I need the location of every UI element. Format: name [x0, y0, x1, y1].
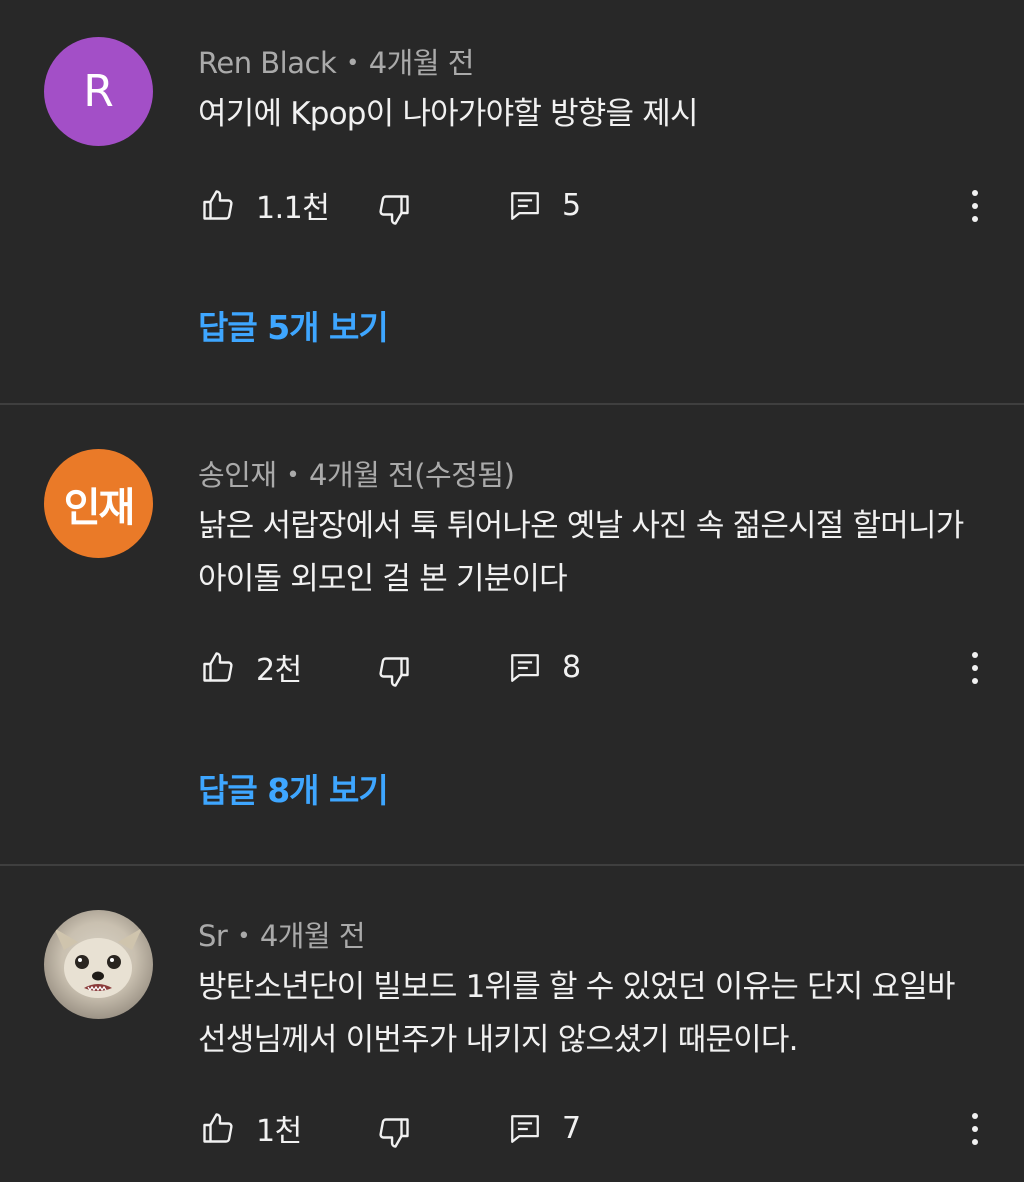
- comment-meta: Sr • 4개월 전: [198, 913, 366, 955]
- like-count: 1.1천: [256, 191, 330, 226]
- thumbs-down-icon: [379, 195, 409, 225]
- comment-meta: 송인재 • 4개월 전(수정됨): [198, 452, 515, 494]
- view-replies-link[interactable]: 답글 5개 보기: [198, 301, 389, 349]
- avatar[interactable]: 인재: [44, 449, 153, 558]
- avatar-initial: 인재: [63, 484, 136, 531]
- like-button[interactable]: 1.1천: [200, 183, 330, 227]
- divider: [0, 403, 1024, 405]
- more-options-icon[interactable]: [964, 649, 986, 689]
- comment-time: 4개월 전: [259, 919, 366, 953]
- comment-text: 방탄소년단이 빌보드 1위를 할 수 있었던 이유는 단지 요일바 선생님께서 …: [198, 969, 955, 1058]
- avatar-initial: R: [83, 66, 114, 117]
- reply-button[interactable]: 7: [508, 1111, 581, 1146]
- thumbs-up-icon: [203, 652, 233, 682]
- meta-separator: •: [346, 51, 359, 76]
- author-name[interactable]: Sr: [198, 919, 228, 953]
- dislike-button[interactable]: [376, 192, 412, 228]
- dog-avatar-icon: [54, 928, 142, 998]
- author-name[interactable]: 송인재: [198, 458, 277, 492]
- comment-icon: [511, 1114, 539, 1143]
- comment-time: 4개월 전(수정됨): [309, 458, 515, 492]
- thumbs-up-icon: [203, 190, 233, 220]
- divider: [0, 864, 1024, 866]
- like-button[interactable]: 1천: [200, 1106, 302, 1150]
- dislike-button[interactable]: [376, 1115, 412, 1151]
- thumbs-down-icon: [379, 657, 409, 687]
- author-name[interactable]: Ren Black: [198, 46, 337, 80]
- comment-time: 4개월 전: [368, 46, 475, 80]
- comment-text: 여기에 Kpop이 나아가야할 방향을 제시: [198, 96, 699, 132]
- reply-button[interactable]: 8: [508, 650, 581, 685]
- comment-text: 낡은 서랍장에서 툭 튀어나온 옛날 사진 속 젊은시절 할머니가 아이돌 외모…: [198, 508, 964, 597]
- more-options-icon[interactable]: [964, 1110, 986, 1150]
- more-options-icon[interactable]: [964, 187, 986, 227]
- reply-count: 5: [562, 188, 581, 223]
- meta-separator: •: [237, 924, 250, 949]
- like-button[interactable]: 2천: [200, 645, 302, 689]
- comment-icon: [511, 191, 539, 220]
- dislike-button[interactable]: [376, 654, 412, 690]
- comment-icon: [511, 653, 539, 682]
- meta-separator: •: [286, 463, 300, 488]
- like-count: 2천: [256, 653, 302, 688]
- comment-meta: Ren Black • 4개월 전: [198, 40, 474, 82]
- reply-count: 7: [562, 1111, 581, 1146]
- view-replies-link[interactable]: 답글 8개 보기: [198, 764, 389, 812]
- reply-count: 8: [562, 650, 581, 685]
- avatar[interactable]: [44, 910, 153, 1019]
- thumbs-up-icon: [203, 1113, 233, 1143]
- like-count: 1천: [256, 1114, 302, 1149]
- thumbs-down-icon: [379, 1118, 409, 1148]
- reply-button[interactable]: 5: [508, 188, 581, 223]
- avatar[interactable]: R: [44, 37, 153, 146]
